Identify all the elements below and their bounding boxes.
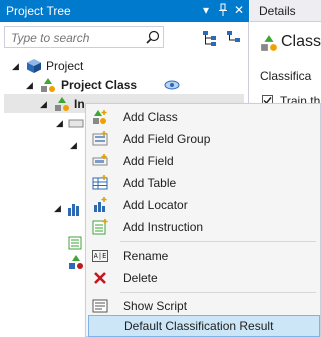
search-input[interactable] xyxy=(9,28,143,48)
expanded-arrow-icon[interactable]: ◢ xyxy=(70,140,77,151)
menu-label: Add Locator xyxy=(123,198,188,212)
menu-label: Rename xyxy=(123,249,169,263)
add-locator-icon xyxy=(92,197,108,213)
collapse-all-icon[interactable] xyxy=(225,29,243,47)
locator-icon xyxy=(66,201,82,220)
context-menu: Add Class Add Field Group Add Field Add … xyxy=(85,103,321,337)
search-row xyxy=(0,24,249,52)
menu-label: Default Classification Result xyxy=(124,319,274,333)
menu-item-add-field[interactable]: Add Field xyxy=(86,150,320,172)
expanded-arrow-icon[interactable]: ◢ xyxy=(56,118,63,129)
tree-label-project: Project xyxy=(46,59,84,73)
menu-item-rename[interactable]: A|E Rename xyxy=(86,245,320,267)
class-shapes-icon xyxy=(68,254,84,273)
expanded-arrow-icon[interactable]: ◢ xyxy=(54,203,61,214)
search-icon[interactable] xyxy=(145,29,161,45)
rename-icon: A|E xyxy=(92,248,108,264)
expanded-arrow-icon[interactable]: ◢ xyxy=(40,95,47,113)
class-shapes-icon xyxy=(260,34,278,55)
expanded-arrow-icon[interactable]: ◢ xyxy=(26,76,33,94)
menu-label: Add Table xyxy=(123,176,177,190)
menu-item-default-classification-result[interactable]: Default Classification Result xyxy=(88,315,320,337)
dropdown-icon[interactable]: ▾ xyxy=(203,3,209,17)
class-shapes-icon xyxy=(54,96,70,117)
tree-label-selected-child: In xyxy=(74,97,85,111)
details-tab[interactable]: Details xyxy=(250,0,321,22)
details-tab-label: Details xyxy=(259,4,296,18)
menu-label: Add Instruction xyxy=(123,220,204,234)
menu-item-delete[interactable]: Delete xyxy=(86,267,320,289)
class-heading: Class xyxy=(281,33,321,50)
eye-icon xyxy=(164,78,180,97)
menu-label: Show Script xyxy=(123,299,188,313)
delete-icon xyxy=(92,270,108,286)
tree-label-project-class: Project Class xyxy=(61,78,138,92)
field-group-icon xyxy=(68,118,84,133)
script-icon xyxy=(92,298,108,314)
menu-separator xyxy=(120,292,316,293)
add-class-icon xyxy=(92,109,108,125)
rename-icon-text: A|E xyxy=(92,250,108,262)
menu-label: Add Class xyxy=(123,110,178,124)
add-field-icon xyxy=(92,153,108,169)
menu-item-add-table[interactable]: Add Table xyxy=(86,172,320,194)
menu-item-add-instruction[interactable]: Add Instruction xyxy=(86,216,320,238)
menu-item-add-class[interactable]: Add Class xyxy=(86,106,320,128)
add-table-icon xyxy=(92,175,108,191)
menu-item-show-script[interactable]: Show Script xyxy=(86,295,320,317)
menu-item-add-field-group[interactable]: Add Field Group xyxy=(86,128,320,150)
menu-label: Delete xyxy=(123,271,158,285)
project-tree-titlebar: Project Tree ▾ ✕ xyxy=(0,0,249,22)
menu-label: Add Field Group xyxy=(123,132,211,146)
close-icon[interactable]: ✕ xyxy=(234,3,244,17)
menu-label: Add Field xyxy=(123,154,174,168)
classification-label: Classifica xyxy=(260,69,312,83)
add-field-group-icon xyxy=(92,131,108,147)
menu-separator xyxy=(120,241,316,242)
expanded-arrow-icon[interactable]: ◢ xyxy=(12,57,19,75)
search-box[interactable] xyxy=(4,26,164,48)
add-instruction-icon xyxy=(92,219,108,235)
menu-item-add-locator[interactable]: Add Locator xyxy=(86,194,320,216)
expand-all-icon[interactable] xyxy=(201,29,219,47)
panel-title: Project Tree xyxy=(6,4,71,18)
instruction-icon xyxy=(68,236,82,253)
pin-icon[interactable] xyxy=(218,3,228,20)
